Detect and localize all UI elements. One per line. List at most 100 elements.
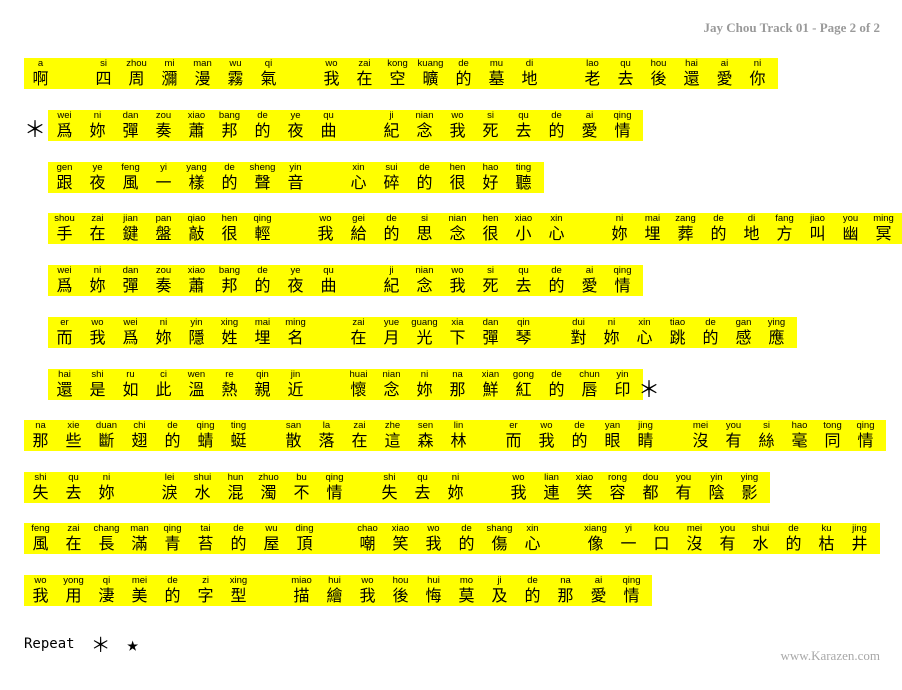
hanzi: 奏 bbox=[155, 276, 172, 295]
syllable: ji 紀 bbox=[375, 110, 408, 140]
pinyin: lei bbox=[164, 472, 175, 483]
hanzi: 的 bbox=[571, 431, 588, 450]
syllable: ye 夜 bbox=[279, 110, 312, 140]
pinyin: na bbox=[452, 369, 463, 380]
syllable: mei 沒 bbox=[678, 523, 711, 553]
pinyin: ming bbox=[873, 213, 894, 224]
syllable: xin 心 bbox=[540, 213, 573, 243]
syllable: lao 老 bbox=[576, 58, 609, 88]
hanzi: 念 bbox=[449, 224, 466, 243]
syllable: si 絲 bbox=[750, 420, 783, 450]
pinyin: gan bbox=[735, 317, 752, 328]
hanzi: 去 bbox=[515, 121, 532, 140]
syllable: si 思 bbox=[408, 213, 441, 243]
hanzi: 我 bbox=[538, 431, 555, 450]
syllable: fang 方 bbox=[768, 213, 801, 243]
hanzi: 滿 bbox=[131, 534, 148, 553]
pinyin: ci bbox=[160, 369, 167, 380]
hanzi: 手 bbox=[56, 224, 73, 243]
syllable: hai 還 bbox=[675, 58, 708, 88]
pinyin: zou bbox=[155, 265, 172, 276]
hanzi: 那 bbox=[449, 380, 466, 399]
hanzi: 此 bbox=[155, 380, 172, 399]
syllable: wo 我 bbox=[502, 472, 535, 502]
syllable: bu 不 bbox=[285, 472, 318, 502]
hanzi: 描 bbox=[293, 586, 310, 605]
syllable: ni 妳 bbox=[408, 369, 441, 399]
lyric-line: na 那 xie 些 duan 斷 chi 翅 de 的 qing 蜻 ting 蜓 san 散 la 落 zai 在… bbox=[24, 420, 886, 451]
syllable: duan 斷 bbox=[90, 420, 123, 450]
pinyin: de bbox=[458, 58, 469, 69]
pinyin: ni bbox=[753, 58, 762, 69]
syllable: feng 風 bbox=[114, 162, 147, 192]
syllable: dou 都 bbox=[634, 472, 667, 502]
hanzi: 的 bbox=[254, 276, 271, 295]
pinyin: sen bbox=[417, 420, 434, 431]
syllable: tiao 跳 bbox=[661, 317, 694, 347]
pinyin: duan bbox=[95, 420, 118, 431]
pinyin: hen bbox=[482, 213, 499, 224]
hanzi: 叫 bbox=[809, 224, 826, 243]
syllable: qing 情 bbox=[849, 420, 882, 450]
syllable: yan 眼 bbox=[596, 420, 629, 450]
hanzi: 在 bbox=[351, 431, 368, 450]
pinyin: ye bbox=[290, 110, 301, 121]
syllable: pan 盤 bbox=[147, 213, 180, 243]
hanzi: 聽 bbox=[515, 173, 532, 192]
hanzi: 地 bbox=[521, 69, 538, 88]
pinyin: de bbox=[167, 420, 178, 431]
hanzi: 好 bbox=[482, 173, 499, 192]
hanzi: 在 bbox=[65, 534, 82, 553]
syllable: de 的 bbox=[246, 110, 279, 140]
pinyin: de bbox=[527, 575, 538, 586]
syllable: you 幽 bbox=[834, 213, 867, 243]
hanzi: 悔 bbox=[425, 586, 442, 605]
pinyin: sheng bbox=[249, 162, 276, 173]
syllable: kou 口 bbox=[645, 523, 678, 553]
syllable: jin 近 bbox=[279, 369, 312, 399]
syllable: zhuo 濁 bbox=[252, 472, 285, 502]
hanzi: 四 bbox=[95, 69, 112, 88]
hanzi: 風 bbox=[32, 534, 49, 553]
pinyin: de bbox=[713, 213, 724, 224]
hanzi: 月 bbox=[383, 328, 400, 347]
syllable: xiang 像 bbox=[579, 523, 612, 553]
hanzi: 水 bbox=[752, 534, 769, 553]
syllable: wo 我 bbox=[309, 213, 342, 243]
syllable: wei 爲 bbox=[48, 110, 81, 140]
hanzi: 很 bbox=[482, 224, 499, 243]
pinyin: ai bbox=[720, 58, 729, 69]
hanzi: 音 bbox=[287, 173, 304, 192]
syllable: xiao 蕭 bbox=[180, 110, 213, 140]
hanzi: 彈 bbox=[482, 328, 499, 347]
pinyin: xiang bbox=[584, 523, 607, 534]
pinyin: ku bbox=[821, 523, 832, 534]
pinyin: wo bbox=[540, 420, 553, 431]
pinyin: hao bbox=[482, 162, 499, 173]
pinyin: man bbox=[130, 523, 149, 534]
hanzi: 嘲 bbox=[359, 534, 376, 553]
pinyin: san bbox=[285, 420, 302, 431]
syllable: si 死 bbox=[474, 265, 507, 295]
pinyin: nian bbox=[382, 369, 401, 380]
syllable: nian 念 bbox=[375, 369, 408, 399]
pinyin: si bbox=[100, 58, 107, 69]
hanzi: 情 bbox=[614, 121, 631, 140]
syllable: ji 及 bbox=[483, 575, 516, 605]
pinyin: feng bbox=[121, 162, 140, 173]
hanzi: 笑 bbox=[392, 534, 409, 553]
syllable: de 的 bbox=[222, 523, 255, 553]
syllable: de 的 bbox=[450, 523, 483, 553]
hanzi: 妳 bbox=[603, 328, 620, 347]
pinyin: xiao bbox=[391, 523, 410, 534]
hanzi: 一 bbox=[155, 173, 172, 192]
pinyin: ji bbox=[389, 265, 394, 276]
hanzi: 死 bbox=[482, 276, 499, 295]
pinyin: ming bbox=[285, 317, 306, 328]
pinyin: hai bbox=[685, 58, 698, 69]
hanzi: 後 bbox=[392, 586, 409, 605]
repeat-label: Repeat bbox=[24, 635, 75, 652]
syllable: gan 感 bbox=[727, 317, 760, 347]
syllable: qing 蜻 bbox=[189, 420, 222, 450]
hanzi: 我 bbox=[449, 121, 466, 140]
